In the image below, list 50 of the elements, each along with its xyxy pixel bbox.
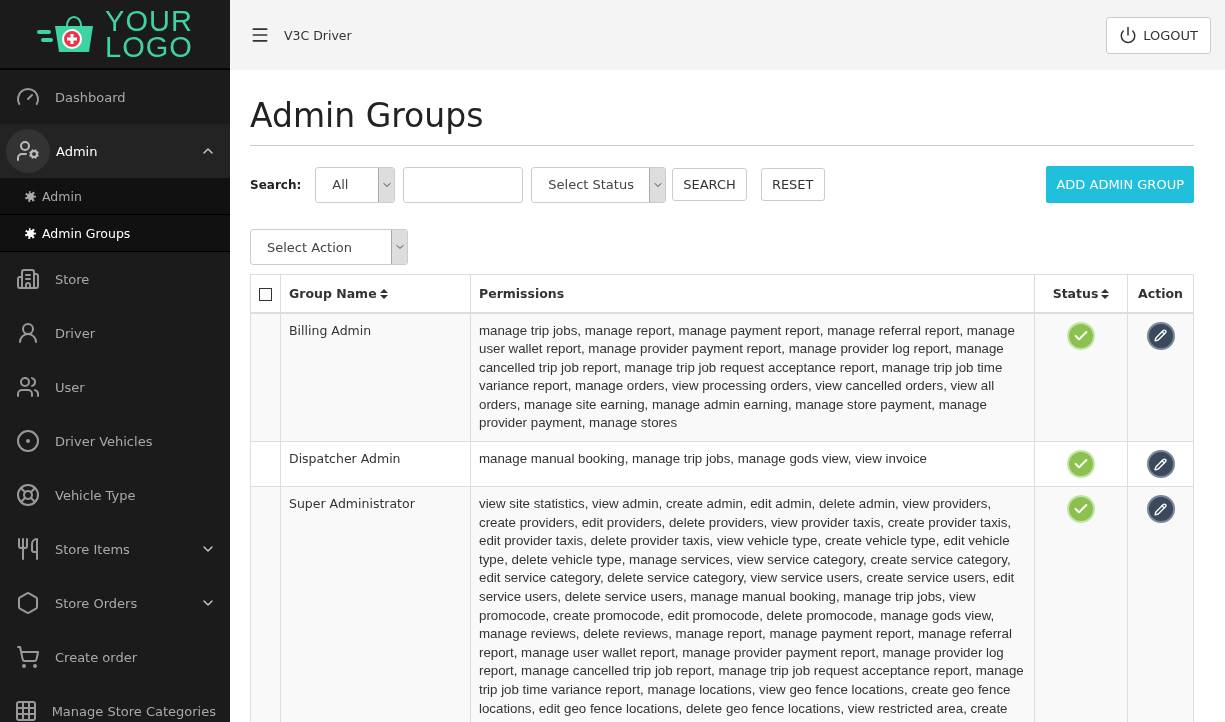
edit-icon[interactable] (1146, 321, 1175, 350)
edit-icon[interactable] (1146, 495, 1175, 524)
column-header: Permissions (470, 274, 1035, 313)
grid-icon (14, 699, 39, 722)
column-header[interactable]: Status (1034, 274, 1128, 313)
hexagon-icon (16, 591, 40, 615)
group-name-cell: Dispatcher Admin (280, 441, 471, 487)
logo-text: YOUR LOGO (105, 8, 193, 60)
edit-icon[interactable] (1146, 450, 1175, 479)
permissions-text: manage manual booking, manage trip jobs, manage gods view, view invoice (479, 451, 927, 467)
fork-knife-icon (16, 537, 40, 561)
select-all-checkbox[interactable] (259, 287, 272, 301)
permissions-text: view site statistics, view admin, create admin, edit admin, delete admin, view providers, create providers, edit providers, delete providers, view provider taxis, create provider taxis, edit provider taxis, delete provider taxis, view vehicle type, create vehicle type, edit vehicle type, delete vehicle type, manage services, view service category, create service category, edit service category, delete service category, view service users, create service users, edit service users, delete service users, manage manual booking, manage trip jobs, view promocode, create promocode, edit promocode, delete promocode, manage gods view, manage reviews, delete reviews, manage report, manage payment report, manage referral report, manage user wallet report, manage provider payment report, manage provider log report, manage cancelled trip job report, manage trip job request acceptance report, manage trip job time variance report, manage locations, view geo fence locations, create geo fence locations, edit geo fence locations, delete geo fence locations, view restricted area, create (479, 496, 1024, 716)
sidebar-item[interactable]: Create order (0, 630, 230, 684)
search-label: Search: (250, 177, 302, 192)
sidebar-item[interactable]: Driver Vehicles (0, 414, 230, 468)
building-icon (16, 267, 40, 291)
target-icon (16, 429, 40, 453)
action-select[interactable]: Select Action (250, 229, 408, 265)
column-header: Action (1127, 274, 1194, 313)
sidebar-subitem[interactable]: Admin Groups (0, 215, 230, 252)
cart-icon (16, 645, 40, 669)
bullet-icon (25, 227, 36, 239)
menu-icon[interactable] (250, 25, 270, 45)
logout-button[interactable]: LOGOUT (1106, 16, 1211, 54)
sidebar-item[interactable]: Admin (0, 124, 230, 178)
search-button[interactable]: SEARCH (672, 168, 747, 201)
sidebar-item[interactable]: Dashboard (0, 70, 230, 124)
app-title: V3C Driver (284, 27, 353, 43)
user-gear-icon (16, 139, 40, 163)
search-field[interactable] (403, 166, 524, 203)
page-title: Admin Groups (250, 96, 1194, 146)
status-select[interactable]: Select Status (531, 166, 667, 203)
sidebar-item[interactable]: Manage Store Categories (0, 684, 230, 722)
reset-button[interactable]: RESET (760, 168, 825, 201)
bullet-icon (25, 190, 36, 202)
sidebar-subitem[interactable]: Admin (0, 178, 230, 215)
sidebar-item[interactable]: Vehicle Type (0, 468, 230, 522)
sidebar-item[interactable]: Store (0, 252, 230, 306)
sidebar-item[interactable]: Store Orders (0, 576, 230, 630)
sidebar-item[interactable]: Store Items (0, 522, 230, 576)
column-header[interactable]: Group Name (280, 274, 471, 313)
users-icon (16, 375, 40, 399)
permissions-text: manage trip jobs, manage report, manage payment report, manage referral report, manage user wallet report, manage provider payment report, manage provider log report, manage cancelled trip job report, manage trip job request acceptance report, manage trip job time variance report, manage orders, view processing orders, view cancelled orders, view all orders, manage site earning, manage admin earning, manage store payment, manage provider payment, manage stores (479, 322, 1015, 431)
filter-select[interactable]: All (315, 166, 396, 203)
sidebar-item[interactable]: Driver (0, 306, 230, 360)
group-name-cell: Billing Admin (280, 312, 471, 442)
sidebar-item[interactable]: User (0, 360, 230, 414)
power-icon (1119, 26, 1138, 44)
user-icon (16, 321, 40, 345)
